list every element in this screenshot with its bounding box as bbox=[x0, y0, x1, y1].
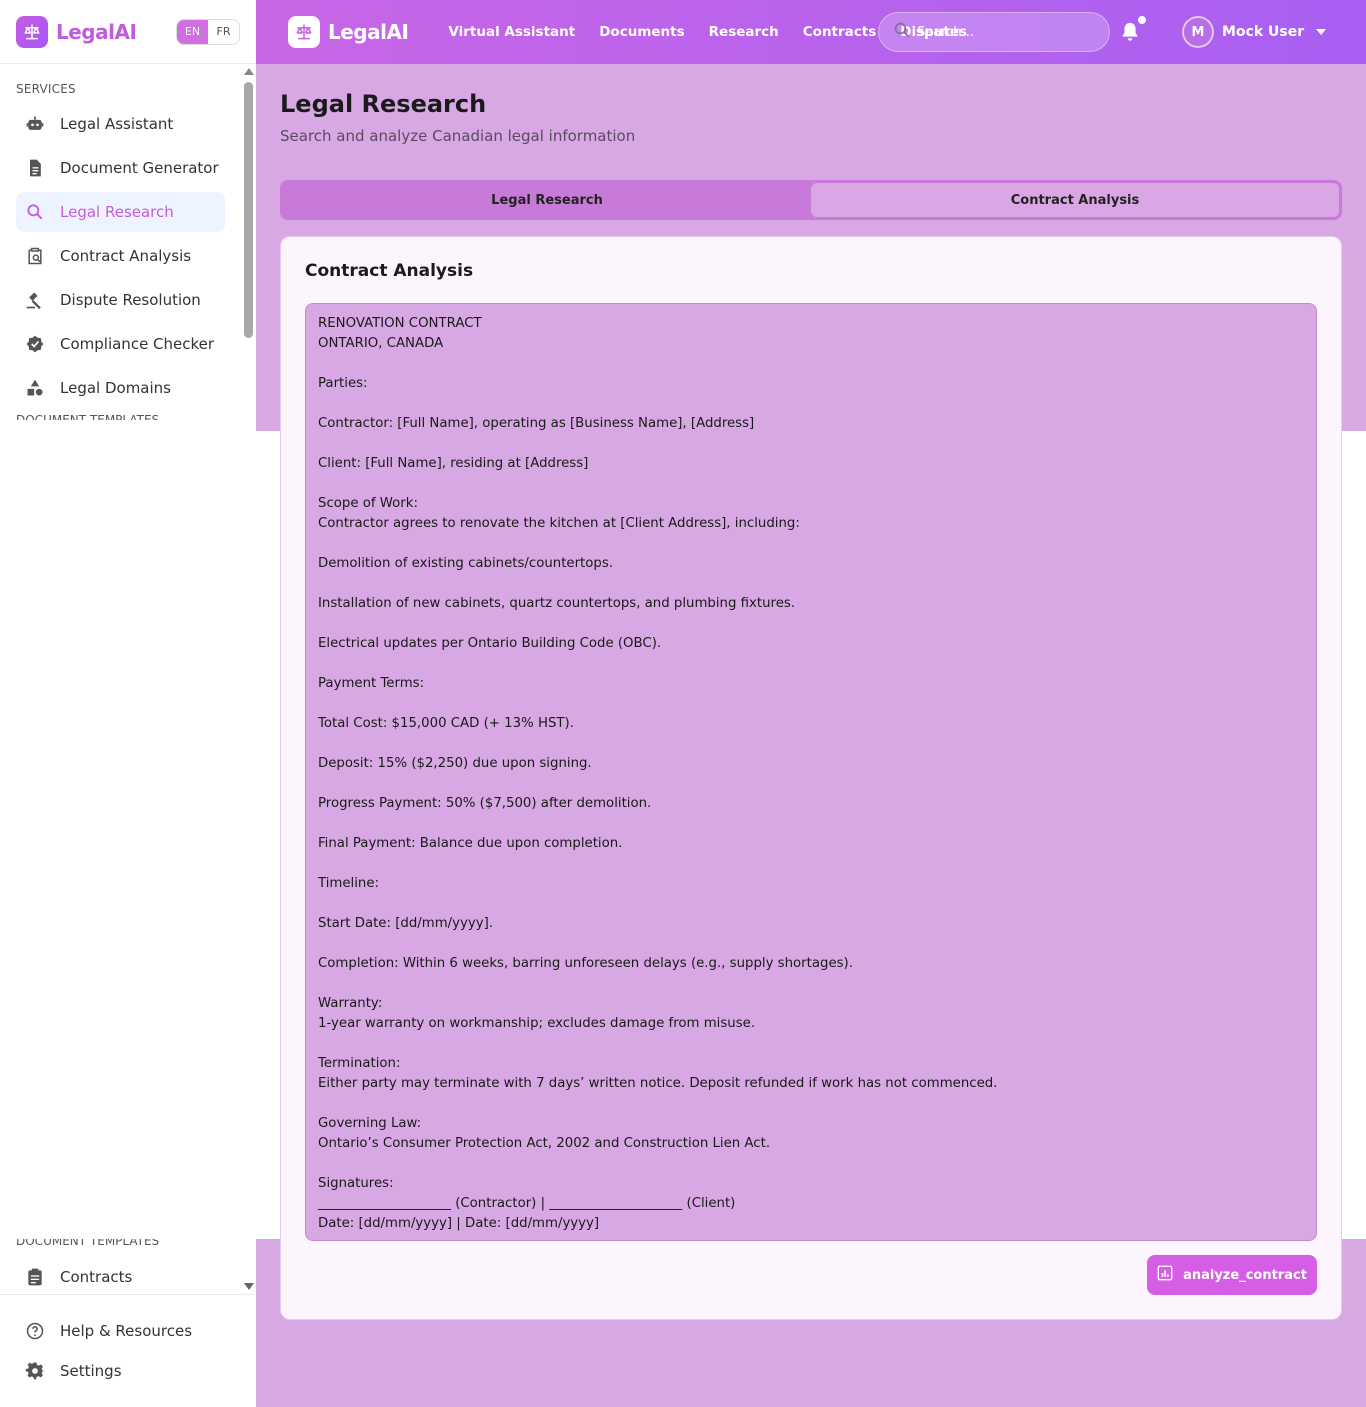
search-icon bbox=[24, 201, 46, 223]
notification-dot bbox=[1138, 16, 1146, 24]
search-input[interactable] bbox=[917, 24, 1087, 40]
sidebar-item-compliance-checker[interactable]: Compliance Checker bbox=[16, 324, 225, 364]
chevron-down-icon bbox=[1316, 29, 1327, 35]
nav-research[interactable]: Research bbox=[709, 24, 779, 40]
sidebar-nav: SERVICES Legal Assistant Document Genera… bbox=[0, 64, 256, 431]
nav-documents[interactable]: Documents bbox=[599, 24, 684, 40]
user-name: Mock User bbox=[1222, 24, 1305, 40]
sidebar-item-label: Help & Resources bbox=[60, 1322, 193, 1340]
nav-virtual-assistant[interactable]: Virtual Assistant bbox=[448, 24, 575, 40]
top-navbar: LegalAI Virtual Assistant Documents Rese… bbox=[256, 0, 1366, 64]
gavel-icon bbox=[24, 289, 46, 311]
page-subtitle: Search and analyze Canadian legal inform… bbox=[280, 127, 636, 145]
sidebar-item-legal-research[interactable]: Legal Research bbox=[16, 192, 225, 232]
sidebar-lower: DOCUMENT TEMPLATES Contracts bbox=[0, 1239, 256, 1295]
search-box bbox=[878, 12, 1110, 52]
clipboard-search-icon bbox=[24, 245, 46, 267]
tab-bar: Legal Research Contract Analysis bbox=[280, 180, 1342, 220]
brand-name: LegalAI bbox=[328, 20, 409, 44]
user-menu[interactable]: M Mock User bbox=[1182, 16, 1327, 48]
templates-heading: DOCUMENT TEMPLATES bbox=[16, 1239, 160, 1248]
templates-heading-clipped: DOCUMENT TEMPLATES bbox=[16, 413, 160, 420]
lang-en-button[interactable]: EN bbox=[177, 19, 208, 44]
sidebar-item-document-generator[interactable]: Document Generator bbox=[16, 148, 225, 188]
sidebar-item-contract-analysis[interactable]: Contract Analysis bbox=[16, 236, 225, 276]
sidebar-item-label: Contracts bbox=[60, 1268, 133, 1286]
sidebar-item-label: Compliance Checker bbox=[60, 335, 215, 353]
shapes-icon bbox=[24, 377, 46, 399]
sidebar-item-settings[interactable]: Settings bbox=[16, 1351, 225, 1391]
avatar: M bbox=[1182, 16, 1214, 48]
lang-fr-button[interactable]: FR bbox=[208, 20, 239, 44]
sidebar-item-label: Legal Research bbox=[60, 203, 174, 221]
tab-contract-analysis[interactable]: Contract Analysis bbox=[811, 183, 1339, 217]
scales-logo-icon bbox=[288, 16, 320, 48]
services-heading: SERVICES bbox=[16, 82, 76, 96]
language-toggle: EN FR bbox=[176, 18, 240, 45]
chart-icon bbox=[1157, 1265, 1173, 1285]
sidebar-item-help[interactable]: Help & Resources bbox=[16, 1311, 225, 1351]
scroll-down-arrow-icon[interactable] bbox=[244, 1283, 254, 1290]
nav-contracts[interactable]: Contracts bbox=[803, 24, 877, 40]
sidebar-item-legal-assistant[interactable]: Legal Assistant bbox=[16, 104, 225, 144]
sidebar-item-label: Legal Domains bbox=[60, 379, 171, 397]
brand-name[interactable]: LegalAI bbox=[56, 20, 137, 44]
document-icon bbox=[24, 157, 46, 179]
help-icon bbox=[24, 1320, 46, 1342]
sidebar-item-contracts[interactable]: Contracts bbox=[16, 1257, 225, 1297]
card-title: Contract Analysis bbox=[305, 261, 474, 281]
contract-text-input[interactable]: RENOVATION CONTRACT ONTARIO, CANADA Part… bbox=[305, 303, 1317, 1241]
sidebar-item-legal-domains[interactable]: Legal Domains bbox=[16, 368, 225, 408]
scroll-thumb[interactable] bbox=[244, 82, 253, 338]
topbar-logo[interactable]: LegalAI bbox=[288, 16, 409, 48]
sidebar-item-dispute-resolution[interactable]: Dispute Resolution bbox=[16, 280, 225, 320]
sidebar-item-label: Document Generator bbox=[60, 159, 219, 177]
tab-legal-research[interactable]: Legal Research bbox=[283, 183, 811, 217]
contract-icon bbox=[24, 1266, 46, 1288]
sidebar-item-label: Legal Assistant bbox=[60, 115, 174, 133]
sidebar-item-label: Contract Analysis bbox=[60, 247, 192, 265]
gear-icon bbox=[24, 1360, 46, 1382]
page-title: Legal Research bbox=[280, 90, 487, 118]
sidebar-item-label: Dispute Resolution bbox=[60, 291, 201, 309]
scales-logo-icon bbox=[16, 15, 48, 48]
notification-bell-icon[interactable] bbox=[1119, 20, 1141, 48]
sidebar-item-label: Settings bbox=[60, 1362, 122, 1380]
analyze-button-label: analyze_contract bbox=[1183, 1267, 1307, 1283]
sidebar-header: LegalAI EN FR bbox=[0, 0, 256, 64]
scroll-up-arrow-icon[interactable] bbox=[244, 68, 254, 75]
robot-icon bbox=[24, 113, 46, 135]
contract-analysis-card: Contract Analysis RENOVATION CONTRACT ON… bbox=[280, 236, 1342, 1320]
search-icon bbox=[893, 21, 911, 43]
verified-badge-icon bbox=[24, 333, 46, 355]
sidebar-footer: Help & Resources Settings bbox=[0, 1294, 256, 1407]
analyze-contract-button[interactable]: analyze_contract bbox=[1147, 1255, 1317, 1295]
